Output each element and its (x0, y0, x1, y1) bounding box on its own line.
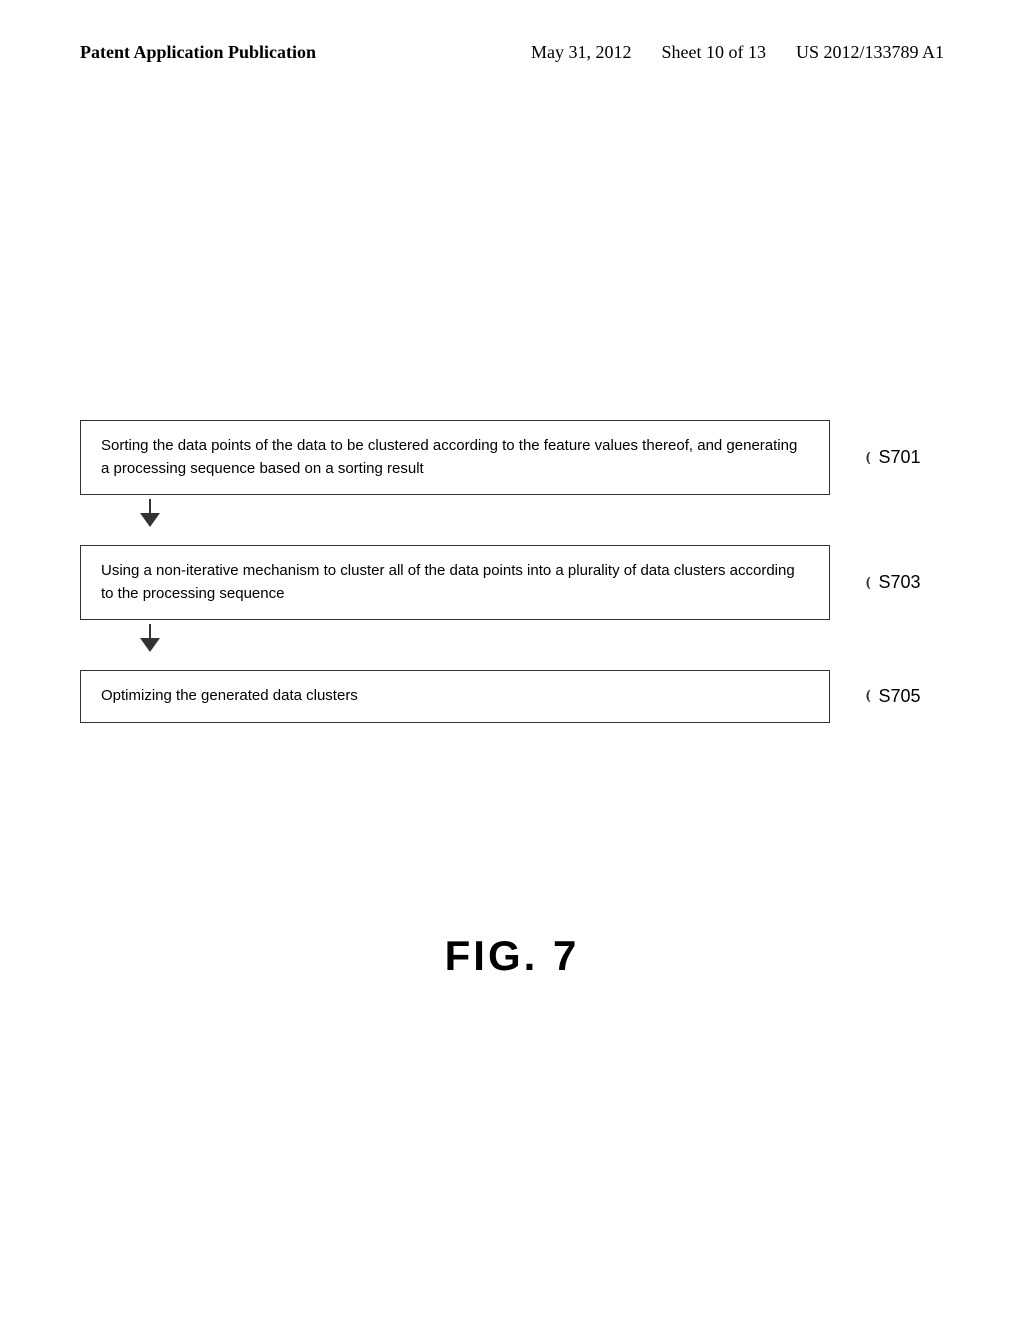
step-row-s705: Optimizing the generated data clusters ⌢… (80, 670, 944, 723)
patent-number: US 2012/133789 A1 (796, 40, 944, 65)
step-row-s703: Using a non-iterative mechanism to clust… (80, 545, 944, 620)
header-date-sheet: May 31, 2012 Sheet 10 of 13 US 2012/1337… (531, 40, 944, 65)
step-id-s705: S705 (878, 686, 920, 707)
step-box-s705: Optimizing the generated data clusters (80, 670, 830, 723)
publication-label: Patent Application Publication (80, 40, 316, 65)
figure-caption: FIG. 7 (0, 932, 1024, 980)
step-box-s703: Using a non-iterative mechanism to clust… (80, 545, 830, 620)
step-label-s701: ⌢ S701 (860, 447, 921, 469)
sheet-info: Sheet 10 of 13 (661, 40, 765, 65)
step-label-s705: ⌢ S705 (860, 685, 921, 707)
bracket-s703: ⌢ (856, 575, 878, 589)
page-container: Patent Application Publication May 31, 2… (0, 0, 1024, 1320)
page-header: Patent Application Publication May 31, 2… (80, 40, 944, 65)
step-id-s701: S701 (878, 447, 920, 468)
step-row-s701: Sorting the data points of the data to b… (80, 420, 944, 495)
step-id-s703: S703 (878, 572, 920, 593)
arrow-down-icon-2 (140, 638, 160, 652)
step-label-s703: ⌢ S703 (860, 572, 921, 594)
publication-date: May 31, 2012 (531, 40, 632, 65)
arrow-down-icon-1 (140, 513, 160, 527)
bracket-s705: ⌢ (856, 689, 878, 703)
step-box-s701: Sorting the data points of the data to b… (80, 420, 830, 495)
flowchart: Sorting the data points of the data to b… (80, 420, 944, 723)
bracket-s701: ⌢ (856, 450, 878, 464)
arrow-2 (80, 620, 160, 670)
arrow-1 (80, 495, 160, 545)
header-right: May 31, 2012 Sheet 10 of 13 US 2012/1337… (531, 40, 944, 65)
